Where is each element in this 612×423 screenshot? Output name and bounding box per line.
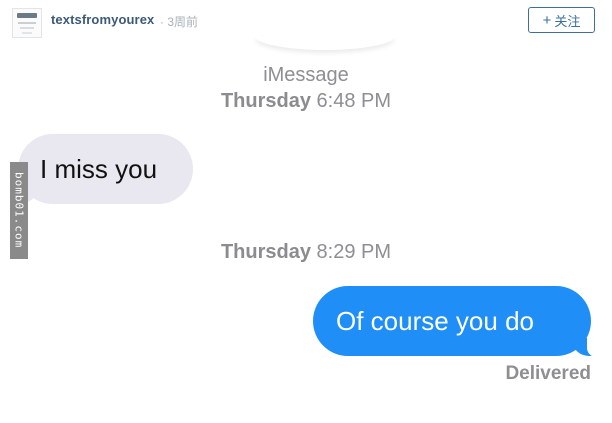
follow-button-label: 关注 — [554, 13, 581, 29]
timestamp-day: Thursday — [220, 241, 311, 263]
received-message-bubble: I miss you — [4, 134, 193, 206]
received-message-text: I miss you — [40, 153, 158, 184]
timestamp-time: 8:29 PM — [316, 241, 392, 263]
avatar-logo-mark — [17, 13, 37, 18]
post-header: textsfromyourex · 3周前 + 关注 — [0, 0, 612, 40]
instagram-post: textsfromyourex · 3周前 + 关注 iMessage Thur… — [0, 0, 612, 423]
sent-message-text: Of course you do — [336, 305, 534, 336]
sent-message-bubble: Of course you do — [313, 286, 605, 358]
watermark-text: bomb01.com — [12, 172, 26, 249]
timestamp-header: Thursday 8:29 PM — [0, 241, 612, 264]
follow-button[interactable]: + 关注 — [528, 7, 595, 33]
post-timestamp: · 3周前 — [160, 15, 199, 29]
timestamp-time: 6:48 PM — [316, 90, 392, 112]
delivery-status: Delivered — [505, 363, 591, 384]
previous-bubble-edge — [255, 36, 395, 50]
avatar[interactable] — [12, 8, 42, 38]
service-label: iMessage — [263, 64, 349, 86]
plus-icon: + — [542, 11, 552, 29]
timestamp-day: Thursday — [220, 90, 311, 112]
username-link[interactable]: textsfromyourex — [51, 12, 154, 27]
timestamp-header: Thursday 6:48 PM — [0, 90, 612, 113]
